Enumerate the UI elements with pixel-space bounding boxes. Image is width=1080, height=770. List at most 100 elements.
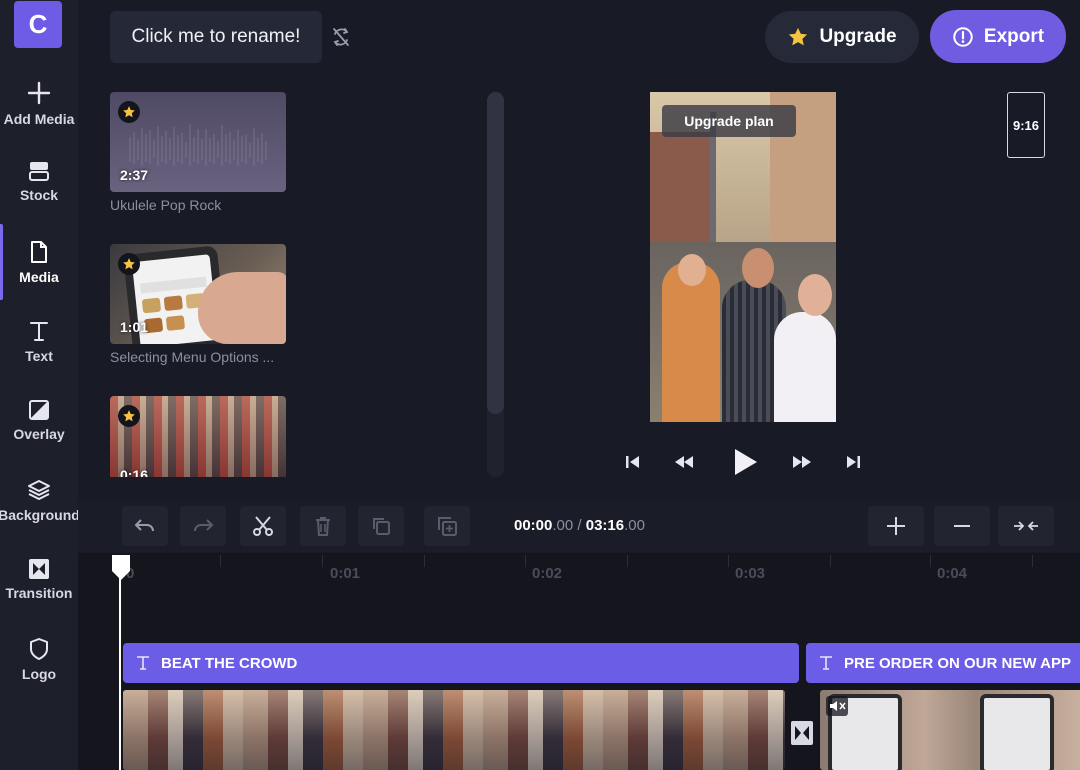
split-button[interactable] [240, 506, 286, 546]
ruler-tick [627, 555, 628, 567]
sidebar-item-logo[interactable]: Logo [0, 637, 78, 709]
ruler-tick [728, 555, 729, 567]
file-icon [31, 241, 47, 263]
ruler-tick [830, 555, 831, 567]
person-woman-right [774, 312, 836, 422]
person-woman-left-head [678, 254, 706, 286]
project-name: Click me to rename! [131, 26, 301, 47]
premium-badge [118, 253, 140, 275]
current-time: 00:00 [514, 517, 553, 534]
sidebar-item-label: Logo [21, 666, 57, 682]
skip-start-icon[interactable] [624, 453, 642, 471]
ruler-tick [322, 555, 323, 567]
video-preview[interactable] [650, 92, 836, 422]
text-clip-label: PRE ORDER ON OUR NEW APP [844, 654, 1071, 672]
alert-circle-icon [953, 26, 973, 47]
fit-timeline-button[interactable] [998, 506, 1054, 546]
skip-end-icon[interactable] [844, 453, 862, 471]
zoom-out-button[interactable] [934, 506, 990, 546]
sidebar: C Add Media Stock Media Text Overlay Bac… [0, 0, 80, 770]
transition-icon[interactable] [790, 720, 814, 746]
undo-icon [134, 519, 154, 532]
text-icon [820, 656, 832, 670]
sidebar-item-background[interactable]: Background [0, 478, 80, 550]
text-icon [137, 656, 149, 670]
scissors-icon [253, 516, 273, 536]
star-icon [123, 410, 135, 422]
time-separator: / [573, 517, 586, 534]
text-clip[interactable]: PRE ORDER ON OUR NEW APP [806, 643, 1080, 683]
play-icon[interactable] [730, 446, 760, 478]
layers-icon [28, 480, 50, 500]
ruler-tick [220, 555, 221, 567]
sidebar-item-transition[interactable]: Transition [0, 558, 78, 630]
text-clip[interactable]: BEAT THE CROWD [123, 643, 799, 683]
media-item-audio[interactable]: 2:37 [110, 92, 286, 192]
current-time-frac: .00 [552, 517, 574, 534]
delete-button[interactable] [300, 506, 346, 546]
ruler-label: 0:01 [330, 565, 361, 582]
zoom-in-button[interactable] [868, 506, 924, 546]
project-name-button[interactable]: Click me to rename! [110, 11, 322, 63]
sidebar-item-text[interactable]: Text [0, 319, 78, 391]
fast-forward-icon[interactable] [791, 453, 813, 471]
mute-icon[interactable] [826, 696, 848, 716]
total-time: 03:16 [585, 517, 625, 534]
star-icon [789, 27, 808, 46]
sidebar-item-stock[interactable]: Stock [0, 160, 78, 232]
rewind-icon[interactable] [673, 453, 695, 471]
star-icon [123, 258, 135, 270]
media-title: Ukulele Pop Rock [110, 197, 222, 213]
redo-icon [194, 519, 214, 532]
media-item-video-crowd[interactable]: 0:16 [110, 396, 286, 477]
timecode: 00:00.00 / 03:16.00 [514, 517, 645, 534]
video-clip-crowd[interactable] [123, 690, 785, 770]
redo-button[interactable] [180, 506, 226, 546]
sidebar-item-overlay[interactable]: Overlay [0, 399, 78, 471]
hand-thumbnail [198, 272, 286, 344]
sidebar-item-media[interactable]: Media [0, 240, 78, 312]
text-icon [30, 322, 48, 341]
media-duration: 0:16 [120, 467, 149, 477]
person-woman-left [662, 262, 720, 422]
upgrade-plan-badge[interactable]: Upgrade plan [662, 105, 796, 137]
ruler-tick [1032, 555, 1033, 567]
media-item-video-menu[interactable]: 1:01 [110, 244, 286, 344]
copy-icon [373, 518, 390, 535]
aspect-ratio-button[interactable]: 9:16 [1007, 92, 1045, 158]
export-label: Export [983, 25, 1045, 47]
text-clip-label: BEAT THE CROWD [161, 654, 298, 672]
add-to-timeline-button[interactable] [424, 506, 470, 546]
sidebar-item-add-media[interactable]: Add Media [0, 80, 78, 152]
upgrade-label: Upgrade [819, 26, 897, 47]
clip-phone-frame [980, 694, 1054, 770]
premium-badge [118, 101, 140, 123]
media-scrollbar-thumb[interactable] [487, 92, 504, 414]
sidebar-item-label: Background [0, 507, 80, 523]
person-man-center-head [742, 248, 774, 288]
plus-icon [887, 517, 905, 535]
app-logo-button[interactable]: C [14, 1, 62, 48]
upgrade-button[interactable]: Upgrade [765, 11, 919, 63]
media-duration: 1:01 [120, 319, 149, 335]
export-button[interactable]: Export [930, 10, 1066, 63]
upgrade-plan-label: Upgrade plan [684, 113, 774, 129]
ruler-label: 0:03 [735, 565, 766, 582]
app-logo-letter: C [28, 9, 48, 39]
sidebar-item-label: Add Media [3, 111, 75, 127]
sidebar-item-label: Transition [5, 585, 73, 601]
sync-off-icon[interactable] [331, 26, 351, 48]
person-woman-right-head [798, 274, 832, 316]
add-copy-icon [438, 517, 457, 536]
undo-button[interactable] [122, 506, 168, 546]
media-title: Selecting Menu Options ... [110, 349, 275, 365]
plus-icon [27, 81, 51, 105]
media-duration: 2:37 [120, 167, 149, 183]
transition-icon [29, 559, 49, 579]
collapse-icon [1014, 521, 1038, 531]
duplicate-button[interactable] [358, 506, 404, 546]
video-clip-menu[interactable] [820, 690, 1080, 770]
playhead-line[interactable] [119, 566, 121, 770]
preview-buildings-left [650, 132, 710, 252]
playhead-handle[interactable] [110, 553, 132, 581]
